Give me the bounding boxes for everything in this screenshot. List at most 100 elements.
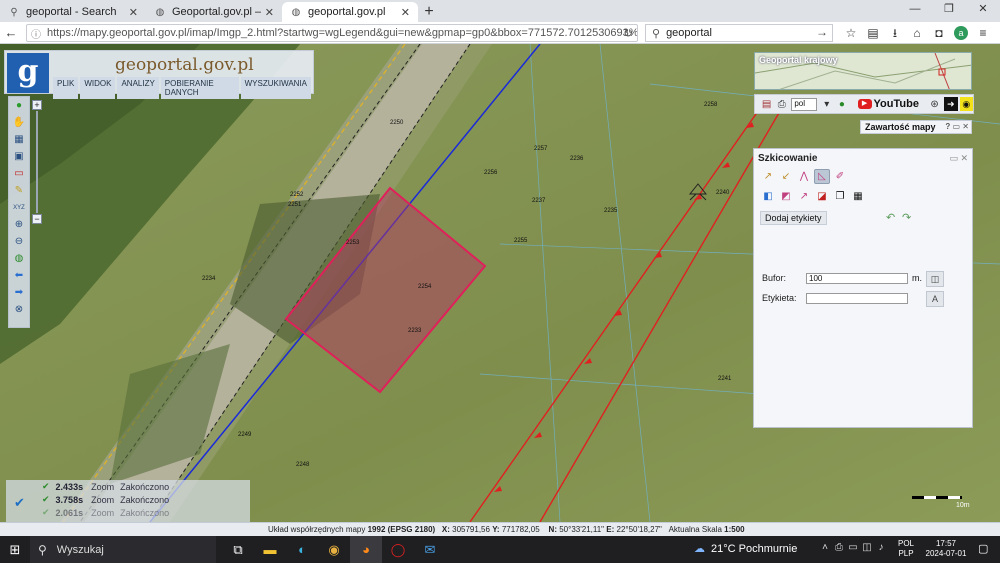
chevron-down-icon[interactable]: ▾ bbox=[819, 99, 834, 110]
document-icon[interactable]: ▤ bbox=[759, 99, 774, 110]
layers-icon[interactable]: ▦ bbox=[9, 131, 29, 148]
draw-polyline-icon[interactable]: ⋀ bbox=[796, 169, 812, 184]
windows-start-icon[interactable]: ⊞ bbox=[0, 542, 30, 558]
menu-plik[interactable]: PLIK bbox=[53, 77, 79, 99]
help-icon[interactable]: ● bbox=[834, 99, 849, 110]
panel-controls[interactable]: ? ▭ ✕ bbox=[945, 121, 969, 133]
zoom-track[interactable] bbox=[36, 111, 38, 213]
eye-icon[interactable]: ◉ bbox=[959, 97, 974, 111]
measure-icon[interactable]: ↗ bbox=[796, 189, 812, 204]
map-canvas[interactable]: 2253 2254 2255 2256 2257 2252 2251 2250 … bbox=[0, 44, 1000, 522]
high-contrast-icon[interactable]: ➜ bbox=[944, 97, 958, 111]
geoportal-logo[interactable]: g bbox=[7, 53, 49, 93]
fill-icon[interactable]: ◧ bbox=[760, 189, 776, 204]
select-area-icon[interactable]: ▣ bbox=[9, 148, 29, 165]
network-icon[interactable]: ◫ bbox=[860, 542, 874, 553]
edge-icon[interactable]: ◐ bbox=[286, 536, 318, 563]
menu-analizy[interactable]: ANALIZY bbox=[117, 77, 159, 99]
close-tab-icon[interactable]: ✕ bbox=[401, 6, 410, 19]
account-icon[interactable]: a bbox=[954, 26, 968, 40]
parcel-number-label: 2233 bbox=[408, 328, 422, 334]
zoom-in-icon[interactable]: ⊕ bbox=[9, 216, 29, 233]
tab-label: geoportal.gov.pl bbox=[308, 6, 386, 18]
close-tab-icon[interactable]: ✕ bbox=[129, 6, 138, 19]
mail-icon[interactable]: ✉ bbox=[414, 536, 446, 563]
info-tool-icon[interactable]: ● bbox=[9, 97, 29, 114]
copy-shape-icon[interactable]: ❐ bbox=[832, 189, 848, 204]
minimize-button[interactable]: — bbox=[898, 0, 932, 20]
zoom-minus-button[interactable]: − bbox=[32, 214, 42, 224]
accessibility-icon[interactable]: ⊛ bbox=[927, 99, 942, 110]
address-bar[interactable]: ⓘ https://mapy.geoportal.gov.pl/imap/Img… bbox=[26, 24, 638, 42]
notification-icon[interactable]: ▢ bbox=[978, 542, 988, 555]
chrome-icon[interactable]: ◉ bbox=[318, 536, 350, 563]
battery-icon[interactable]: ▭ bbox=[846, 542, 860, 553]
map-content-header[interactable]: Zawartość mapy ? ▭ ✕ bbox=[860, 120, 972, 134]
back-arrow-icon[interactable]: ⬅ bbox=[9, 267, 29, 284]
tab-geoportal-search[interactable]: ⚲ geoportal - Search ✕ bbox=[0, 2, 146, 22]
overview-map[interactable]: Geoportal krajowy bbox=[754, 52, 972, 90]
apply-label-icon[interactable]: A bbox=[926, 291, 944, 307]
undo-icon[interactable]: ↶ bbox=[886, 211, 895, 224]
task-view-icon[interactable]: ⧉ bbox=[222, 536, 254, 563]
draw-freehand-icon[interactable]: ✐ bbox=[832, 169, 848, 184]
printer-icon[interactable]: ⎙ bbox=[832, 542, 846, 553]
youtube-label: YouTube bbox=[873, 98, 919, 110]
globe-icon[interactable]: ◍ bbox=[9, 250, 29, 267]
file-explorer-icon[interactable]: ▬ bbox=[254, 536, 286, 563]
new-tab-button[interactable]: + bbox=[418, 2, 440, 22]
tab-geoportal-gov[interactable]: ◍ Geoportal.gov.pl – Geop… ✕ bbox=[146, 2, 282, 22]
draw-point-icon[interactable]: ↗ bbox=[760, 169, 776, 184]
draw-polygon-icon[interactable]: ◺ bbox=[814, 169, 830, 184]
pan-hand-icon[interactable]: ✋ bbox=[9, 114, 29, 131]
apply-buffer-icon[interactable]: ◫ bbox=[926, 271, 944, 287]
full-extent-icon[interactable]: ⊗ bbox=[9, 301, 29, 318]
panel-window-controls[interactable]: ▭ ✕ bbox=[949, 153, 968, 164]
download-icon[interactable]: ⭳ bbox=[884, 24, 906, 42]
language-select[interactable]: pol bbox=[791, 97, 818, 111]
back-icon[interactable]: ← bbox=[0, 25, 22, 40]
add-labels-button[interactable]: Dodaj etykiety bbox=[760, 211, 827, 225]
taskbar-search[interactable]: ⚲ Wyszukaj bbox=[30, 536, 216, 563]
menu-icon[interactable]: ≡ bbox=[972, 24, 994, 42]
opera-icon[interactable]: ◯ bbox=[382, 536, 414, 563]
search-go-icon[interactable]: → bbox=[816, 25, 828, 39]
clock[interactable]: 17:57 2024-07-01 bbox=[924, 539, 968, 559]
label-input[interactable] bbox=[806, 293, 908, 304]
home-icon[interactable]: ⌂ bbox=[906, 24, 928, 42]
pencil-icon[interactable]: ✎ bbox=[9, 182, 29, 199]
reload-icon[interactable]: ↻ bbox=[623, 26, 633, 40]
draw-line-icon[interactable]: ↙ bbox=[778, 169, 794, 184]
youtube-link[interactable]: ▶ YouTube bbox=[857, 98, 919, 110]
chevron-up-icon[interactable]: ˄ bbox=[818, 542, 832, 553]
close-tab-icon[interactable]: ✕ bbox=[265, 6, 274, 19]
language-indicator[interactable]: POL PLP bbox=[898, 539, 914, 559]
search-icon: ⚲ bbox=[38, 542, 47, 557]
pocket-icon[interactable]: ◘ bbox=[928, 24, 950, 42]
edit-shape-icon[interactable]: ◩ bbox=[778, 189, 794, 204]
table-icon[interactable]: ▦ bbox=[850, 189, 866, 204]
bookmark-star-icon[interactable]: ☆ bbox=[840, 24, 862, 42]
forward-arrow-icon[interactable]: ➡ bbox=[9, 284, 29, 301]
delete-shape-icon[interactable]: ◪ bbox=[814, 189, 830, 204]
close-window-button[interactable]: ✕ bbox=[966, 0, 1000, 20]
weather-widget[interactable]: ☁ 21°C Pochmurnie bbox=[694, 542, 797, 556]
menu-wyszukiwania[interactable]: WYSZUKIWANIA bbox=[240, 77, 311, 99]
info-icon[interactable]: ⓘ bbox=[31, 26, 41, 41]
tab-geoportal-active[interactable]: ◍ geoportal.gov.pl ✕ bbox=[282, 2, 418, 22]
zoom-slider[interactable]: + − bbox=[32, 100, 42, 226]
search-box[interactable]: ⚲ geoportal → bbox=[645, 24, 833, 42]
zoom-out-icon[interactable]: ⊖ bbox=[9, 233, 29, 250]
print-icon[interactable]: ⎙ bbox=[774, 99, 789, 110]
print-area-icon[interactable]: ▭ bbox=[9, 165, 29, 182]
xyz-icon[interactable]: XYZ bbox=[9, 199, 29, 216]
speaker-icon[interactable]: ♪ bbox=[874, 542, 888, 553]
buffer-input[interactable]: 100 bbox=[806, 273, 908, 284]
firefox-icon[interactable]: ◕ bbox=[350, 536, 382, 563]
maximize-button[interactable]: ❐ bbox=[932, 0, 966, 20]
redo-icon[interactable]: ↷ bbox=[902, 211, 911, 224]
zoom-plus-button[interactable]: + bbox=[32, 100, 42, 110]
menu-widok[interactable]: WIDOK bbox=[80, 77, 116, 99]
reading-list-icon[interactable]: ▤ bbox=[862, 24, 884, 42]
menu-pobieranie-danych[interactable]: POBIERANIE DANYCH bbox=[160, 77, 239, 99]
